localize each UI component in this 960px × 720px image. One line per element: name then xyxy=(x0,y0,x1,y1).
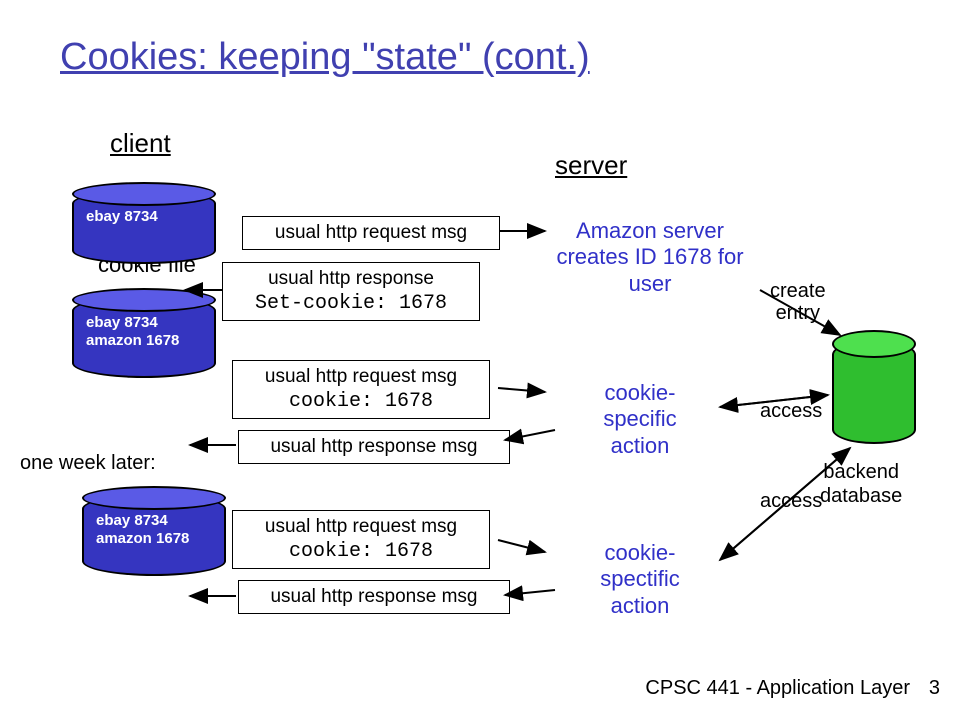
server-label: server xyxy=(555,150,627,181)
msg-response-setcookie: usual http response Set-cookie: 1678 xyxy=(222,262,480,321)
msg-request-3: usual http request msg cookie: 1678 xyxy=(232,510,490,569)
msg-resp-line1: usual http response xyxy=(268,268,434,289)
database-label: backenddatabase xyxy=(820,460,902,508)
note-cookie-action-1: cookie-specificaction xyxy=(560,380,720,459)
msg-req3-line1: usual http request msg xyxy=(265,516,457,537)
create-entry-label: createentry xyxy=(770,280,826,324)
cookie-cylinder-1: ebay 8734 xyxy=(72,190,216,264)
page-number: 3 xyxy=(929,677,940,700)
msg-response-3: usual http response msg xyxy=(238,580,510,614)
msg-req2-line1: usual http request msg xyxy=(265,366,457,387)
access-label-2: access xyxy=(760,490,822,512)
note-create-id: Amazon server creates ID 1678 for user xyxy=(540,218,760,297)
note-cookie-action-2: cookie-spectificaction xyxy=(560,540,720,619)
msg-request-2: usual http request msg cookie: 1678 xyxy=(232,360,490,419)
cookie-cylinder-3-text: ebay 8734amazon 1678 xyxy=(96,512,189,548)
cookie-cylinder-1-text: ebay 8734 xyxy=(86,208,158,226)
slide-title: Cookies: keeping "state" (cont.) xyxy=(60,36,590,79)
cookie-cylinder-3: ebay 8734amazon 1678 xyxy=(82,494,226,576)
msg-req2-cookie: cookie: 1678 xyxy=(289,390,433,413)
cookie-cylinder-2: ebay 8734amazon 1678 xyxy=(72,296,216,378)
msg-request-1: usual http request msg xyxy=(242,216,500,250)
cookie-cylinder-2-text: ebay 8734amazon 1678 xyxy=(86,314,179,350)
msg-resp-setcookie: Set-cookie: 1678 xyxy=(255,292,447,315)
footer-course: CPSC 441 - Application Layer xyxy=(645,677,910,700)
access-label-1: access xyxy=(760,400,822,422)
msg-response-2: usual http response msg xyxy=(238,430,510,464)
client-label: client xyxy=(110,128,171,159)
msg-req3-cookie: cookie: 1678 xyxy=(289,540,433,563)
database-cylinder xyxy=(832,340,916,444)
one-week-label: one week later: xyxy=(20,452,156,475)
